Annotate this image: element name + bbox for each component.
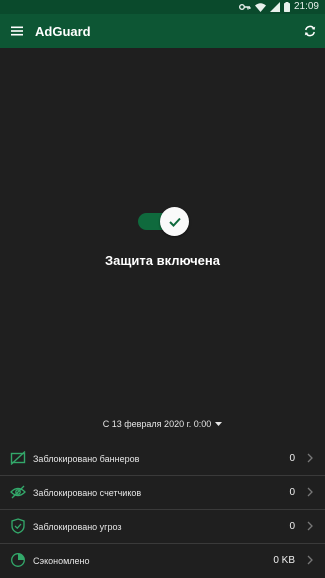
chevron-right-icon <box>307 487 313 497</box>
refresh-button[interactable] <box>300 21 320 41</box>
status-bar: 21:09 <box>0 0 325 14</box>
battery-icon <box>283 2 290 12</box>
chevron-right-icon <box>307 555 313 565</box>
stat-value: 0 <box>289 487 295 498</box>
status-time: 21:09 <box>293 1 319 12</box>
checkmark-icon <box>168 217 181 227</box>
chevron-right-icon <box>307 453 313 463</box>
stat-row-threats[interactable]: Заблокировано угроз 0 <box>0 510 325 543</box>
stat-row-saved[interactable]: Сэкономлено 0 KB <box>0 544 325 577</box>
toggle-knob <box>160 207 189 236</box>
stat-value: 0 <box>289 453 295 464</box>
banner-blocked-icon <box>10 450 26 466</box>
stat-label: Заблокировано баннеров <box>33 453 140 464</box>
menu-button[interactable] <box>1 14 33 48</box>
wifi-icon <box>254 2 266 12</box>
shield-check-icon <box>11 518 25 534</box>
stat-value: 0 KB <box>273 555 295 566</box>
signal-icon <box>269 2 280 12</box>
date-filter-label: С 13 февраля 2020 г. 0:00 <box>102 419 212 429</box>
stat-label: Сэкономлено <box>33 555 90 566</box>
protection-status-text: Защита включена <box>105 253 220 268</box>
chevron-right-icon <box>307 521 313 531</box>
stat-row-trackers[interactable]: Заблокировано счетчиков 0 <box>0 476 325 509</box>
app-bar: AdGuard <box>0 14 325 48</box>
dropdown-arrow-icon <box>215 422 223 426</box>
app-title: AdGuard <box>35 23 91 39</box>
protection-toggle[interactable] <box>138 207 190 236</box>
pie-chart-icon <box>11 553 25 567</box>
stat-value: 0 <box>289 521 295 532</box>
date-filter-dropdown[interactable]: С 13 февраля 2020 г. 0:00 <box>0 419 325 429</box>
status-icons: 21:09 <box>238 1 319 13</box>
key-icon <box>238 4 251 10</box>
tracker-blocked-icon <box>10 485 26 499</box>
refresh-icon <box>304 25 316 37</box>
stat-row-banners[interactable]: Заблокировано баннеров 0 <box>0 442 325 475</box>
stat-label: Заблокировано счетчиков <box>33 487 142 498</box>
hamburger-menu-icon <box>11 26 23 36</box>
stat-label: Заблокировано угроз <box>33 521 122 532</box>
